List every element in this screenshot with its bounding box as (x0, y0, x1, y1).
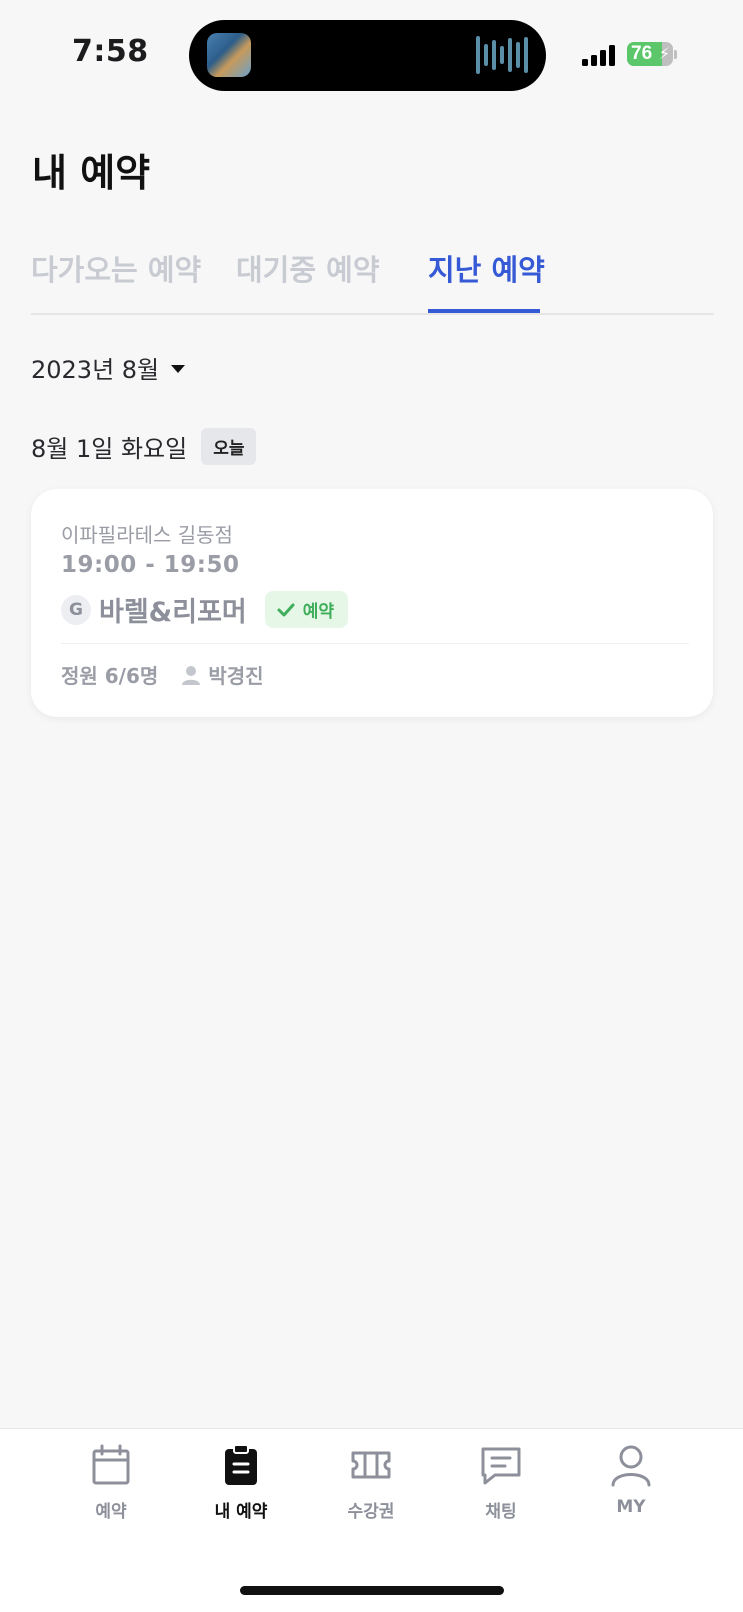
bottom-tab-bar: 예약 내 예약 수강권 채팅 MY (0, 1428, 743, 1612)
caret-down-icon (171, 364, 186, 373)
user-icon (611, 1445, 651, 1487)
battery-cap (674, 50, 677, 59)
active-tab-indicator (428, 309, 540, 313)
status-time: 7:58 (72, 34, 149, 69)
tab-upcoming[interactable]: 다가오는 예약 (31, 247, 201, 289)
date-group-header: 8월 1일 화요일 오늘 (31, 428, 257, 465)
capacity-label: 정원 6/6명 (61, 664, 159, 688)
cellular-signal-icon (582, 44, 615, 66)
ticket-icon (351, 1451, 391, 1479)
tab-waiting[interactable]: 대기중 예약 (236, 247, 380, 289)
status-badge: 예약 (264, 591, 349, 628)
studio-name: 이파필라테스 길동점 (61, 523, 233, 547)
grade-icon: G (61, 594, 91, 625)
clipboard-icon (225, 1444, 257, 1485)
nav-label: 수강권 (347, 1502, 395, 1522)
card-footer: 정원 6/6명 박경진 (61, 660, 264, 689)
chat-icon (481, 1447, 521, 1485)
home-indicator[interactable] (240, 1586, 504, 1595)
tab-past[interactable]: 지난 예약 (428, 247, 545, 289)
person-icon (182, 665, 201, 685)
nav-label: 내 예약 (214, 1502, 268, 1522)
nav-reservation[interactable]: 예약 (56, 1443, 166, 1522)
instructor-name: 박경진 (208, 664, 264, 688)
battery-percent: 76 (631, 43, 653, 64)
nav-label: 채팅 (485, 1502, 517, 1522)
nav-label: MY (616, 1497, 646, 1517)
nav-chat[interactable]: 채팅 (446, 1443, 556, 1522)
page-title: 내 예약 (32, 151, 151, 195)
reservation-tabs: 다가오는 예약 대기중 예약 지난 예약 (31, 243, 714, 315)
class-name: 바렐&리포머 (99, 597, 247, 628)
nav-pass[interactable]: 수강권 (316, 1443, 426, 1522)
status-label: 예약 (302, 602, 335, 622)
check-icon (277, 603, 295, 616)
month-selector[interactable]: 2023년 8월 (31, 350, 186, 385)
class-time: 19:00 - 19:50 (61, 552, 240, 578)
class-row: G 바렐&리포머 예약 (61, 590, 349, 629)
reservation-card[interactable]: 이파필라테스 길동점 19:00 - 19:50 G 바렐&리포머 예약 정원 … (31, 489, 713, 717)
date-label: 8월 1일 화요일 (31, 435, 188, 463)
charging-bolt-icon: ⚡ (658, 44, 670, 63)
nav-my[interactable]: MY (576, 1443, 686, 1517)
now-playing-app-icon (207, 33, 251, 77)
month-label: 2023년 8월 (31, 356, 160, 384)
card-divider (61, 643, 689, 644)
nav-my-reservation[interactable]: 내 예약 (186, 1443, 296, 1522)
calendar-icon (92, 1444, 130, 1485)
battery-icon: 76 ⚡ (627, 42, 673, 66)
today-badge: 오늘 (201, 428, 257, 465)
audio-waveform-icon (476, 36, 528, 74)
nav-label: 예약 (95, 1502, 127, 1522)
dynamic-island[interactable] (189, 20, 546, 91)
